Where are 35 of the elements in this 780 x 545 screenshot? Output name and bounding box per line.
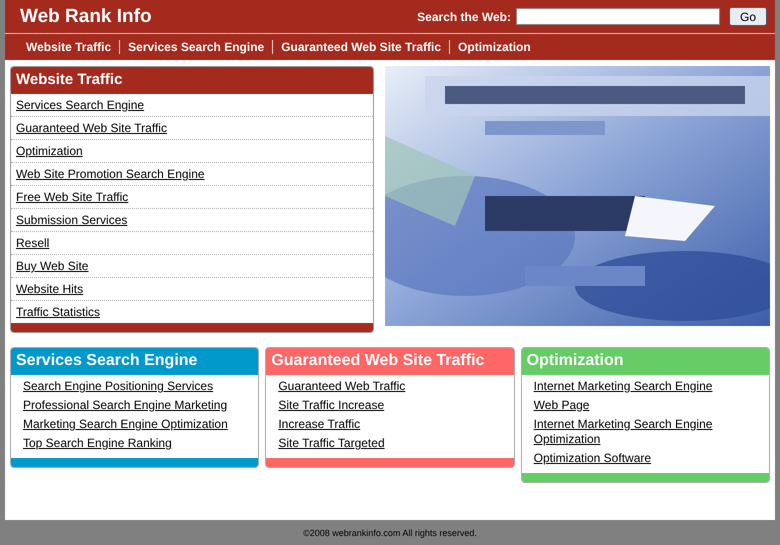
link[interactable]: Guaranteed Web Traffic: [278, 379, 506, 394]
nav-link[interactable]: Services Search Engine: [119, 40, 272, 54]
link[interactable]: Web Page: [534, 398, 761, 413]
link[interactable]: Professional Search Engine Marketing: [23, 398, 250, 413]
link[interactable]: Website Hits: [16, 282, 84, 296]
link[interactable]: Guaranteed Web Site Traffic: [16, 121, 167, 135]
copyright-text: ©2008 webrankinfo.com All rights reserved.: [303, 528, 477, 538]
link[interactable]: Site Traffic Targeted: [278, 436, 506, 451]
site-title: Web Rank Info: [20, 6, 152, 28]
nav-link[interactable]: Guaranteed Web Site Traffic: [272, 40, 450, 54]
link[interactable]: Increase Traffic: [278, 417, 506, 432]
panel-title: Optimization: [522, 348, 769, 375]
link[interactable]: Resell: [16, 236, 50, 250]
link[interactable]: Services Search Engine: [16, 98, 144, 112]
nav-link[interactable]: Website Traffic: [20, 40, 120, 54]
link[interactable]: Top Search Engine Ranking: [23, 436, 250, 451]
panel-title: Guaranteed Web Site Traffic: [266, 348, 514, 375]
go-button[interactable]: Go: [728, 7, 767, 26]
nav-link[interactable]: Optimization: [449, 40, 539, 54]
link[interactable]: Free Web Site Traffic: [16, 190, 128, 204]
link[interactable]: Marketing Search Engine Optimization: [23, 417, 250, 432]
search-field[interactable]: [516, 8, 720, 25]
panel-title: Services Search Engine: [11, 348, 258, 375]
search-label: Search the Web:: [417, 10, 511, 24]
link[interactable]: Buy Web Site: [16, 259, 88, 273]
link[interactable]: Internet Marketing Search Engine Optimization: [534, 417, 761, 447]
link[interactable]: Traffic Statistics: [16, 305, 100, 319]
link[interactable]: Internet Marketing Search Engine: [534, 379, 761, 394]
link[interactable]: Submission Services: [16, 213, 128, 227]
link[interactable]: Optimization: [16, 144, 83, 158]
link[interactable]: Site Traffic Increase: [278, 398, 506, 413]
panel-title: Website Traffic: [11, 67, 373, 94]
link[interactable]: Web Site Promotion Search Engine: [16, 167, 205, 181]
link[interactable]: Optimization Software: [534, 451, 761, 466]
link[interactable]: Search Engine Positioning Services: [23, 379, 250, 394]
